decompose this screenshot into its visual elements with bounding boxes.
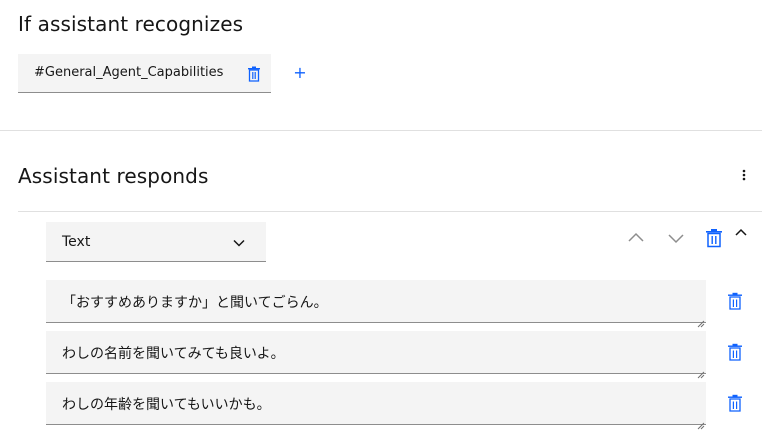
collapse-chevron-icon[interactable] bbox=[731, 222, 751, 242]
response-text: わしの名前を聞いてみても良いよ。 bbox=[62, 346, 285, 362]
overflow-menu-icon[interactable] bbox=[738, 165, 750, 185]
resize-handle-icon[interactable] bbox=[697, 313, 705, 328]
trash-icon[interactable] bbox=[727, 343, 743, 361]
move-down-chevron-icon[interactable] bbox=[666, 228, 686, 248]
trash-icon[interactable] bbox=[727, 292, 743, 310]
add-condition-button[interactable]: + bbox=[290, 63, 310, 83]
response-text: 「おすすめありますか」と聞いてごらん。 bbox=[62, 295, 328, 311]
responses-divider bbox=[18, 211, 762, 212]
resize-handle-icon[interactable] bbox=[697, 364, 705, 379]
move-up-chevron-icon[interactable] bbox=[626, 228, 646, 248]
response-text-field[interactable]: 「おすすめありますか」と聞いてごらん。 bbox=[46, 280, 706, 328]
response-text: わしの年齢を聞いてもいいかも。 bbox=[62, 397, 271, 413]
condition-heading: If assistant recognizes bbox=[18, 12, 244, 36]
intent-condition-field[interactable]: #General_Agent_Capabilities bbox=[18, 54, 271, 93]
response-type-value: Text bbox=[62, 234, 91, 250]
response-type-select[interactable]: Text bbox=[46, 222, 266, 262]
section-divider bbox=[0, 130, 762, 131]
trash-icon[interactable] bbox=[704, 228, 724, 248]
response-text-field[interactable]: わしの年齢を聞いてもいいかも。 bbox=[46, 382, 706, 430]
response-text-field[interactable]: わしの名前を聞いてみても良いよ。 bbox=[46, 331, 706, 379]
resize-handle-icon[interactable] bbox=[697, 415, 705, 430]
responses-heading: Assistant responds bbox=[18, 164, 209, 188]
chevron-down-icon bbox=[232, 235, 246, 249]
trash-icon[interactable] bbox=[247, 66, 261, 82]
intent-condition-value: #General_Agent_Capabilities bbox=[34, 65, 224, 80]
trash-icon[interactable] bbox=[727, 394, 743, 412]
